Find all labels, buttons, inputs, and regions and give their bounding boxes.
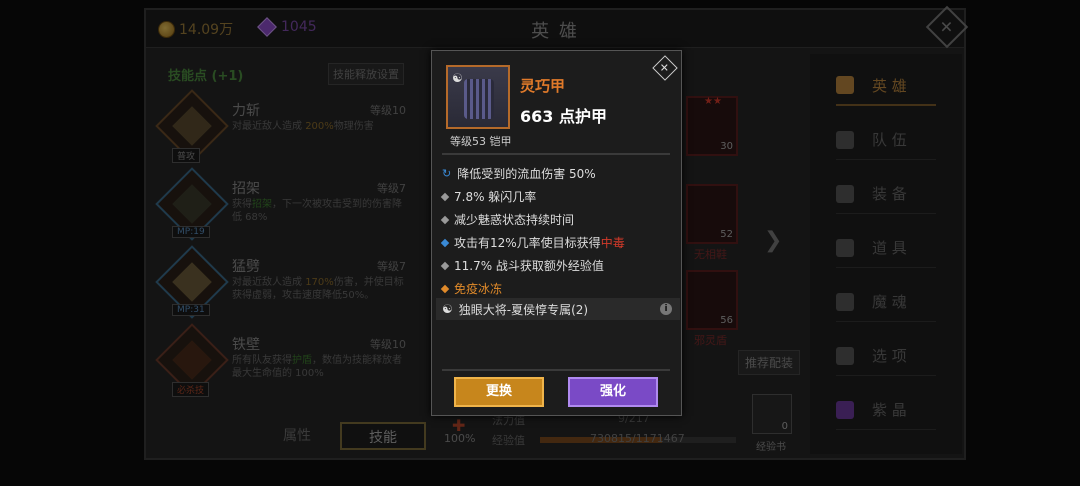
armor-icon	[464, 79, 494, 119]
item-icon: ☯	[446, 65, 510, 129]
item-detail-popup: ✕ ☯ 灵巧甲 663 点护甲 等级53 铠甲 ↻ 降低受到的流血伤害 50% 7…	[431, 50, 682, 416]
attribute-row: 攻击有12%几率使目标获得中毒	[440, 234, 625, 251]
divider	[442, 153, 670, 155]
yin-yang-icon: ☯	[442, 302, 453, 316]
item-level-type: 等级53 铠甲	[450, 135, 512, 148]
set-bonus-row[interactable]: ☯ 独眼大将-夏侯惇专属(2) i	[436, 298, 680, 320]
info-icon[interactable]: i	[660, 303, 672, 315]
attribute-row: 减少魅惑状态持续时间	[440, 211, 574, 228]
yin-yang-icon: ☯	[452, 71, 463, 85]
attribute-row: 免疫冰冻	[440, 280, 502, 297]
upgrade-button[interactable]: 强化	[568, 377, 658, 407]
set-bonus-text: 独眼大将-夏侯惇专属(2)	[458, 302, 589, 317]
item-name: 灵巧甲	[520, 77, 566, 95]
popup-close-button[interactable]: ✕	[652, 55, 678, 81]
item-armor-value: 663 点护甲	[520, 107, 607, 126]
replace-button[interactable]: 更换	[454, 377, 544, 407]
refresh-icon: ↻	[442, 167, 452, 180]
attribute-row: ↻ 降低受到的流血伤害 50%	[442, 167, 596, 181]
attribute-row: 7.8% 躲闪几率	[440, 188, 536, 205]
divider	[442, 369, 670, 371]
attribute-row: 11.7% 战斗获取额外经验值	[440, 257, 604, 274]
close-icon: ✕	[660, 61, 670, 75]
